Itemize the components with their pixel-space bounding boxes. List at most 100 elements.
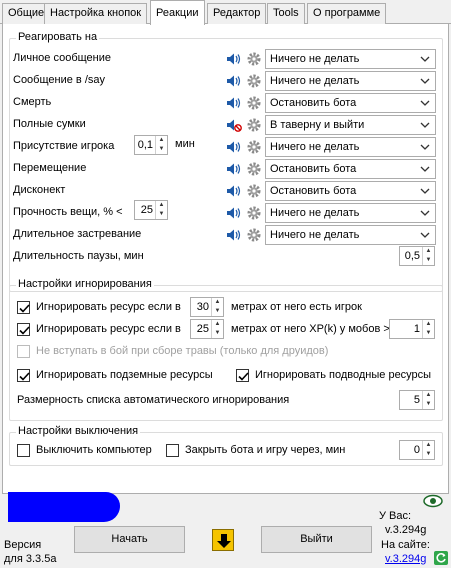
reactions-page: Реагировать на 0,1 ▲ ▼ мин 25 ▲ ▼ Длительн… — [2, 24, 449, 494]
reaction-label: Личное сообщение — [13, 52, 112, 64]
reaction-action-select[interactable]: Ничего не делать — [265, 137, 436, 157]
shutdown-pc-checkbox[interactable] — [17, 444, 30, 457]
exit-button[interactable]: Выйти — [261, 526, 372, 553]
tab-general[interactable]: Общие — [2, 3, 51, 24]
reaction-action-select[interactable]: Остановить бота — [265, 181, 436, 201]
site-version-link[interactable]: v.3.294g — [385, 553, 426, 565]
chevron-down-icon — [420, 166, 430, 172]
speaker-icon[interactable] — [225, 182, 243, 200]
spin-up-icon: ▲ — [425, 321, 432, 327]
site-label: На сайте: — [381, 539, 430, 551]
speaker-icon[interactable] — [225, 160, 243, 178]
ignore-mob-checkbox[interactable] — [17, 323, 30, 336]
gear-icon[interactable] — [245, 72, 263, 90]
reaction-label: Длительное застревание — [13, 228, 142, 240]
chevron-down-icon — [420, 144, 430, 150]
chevron-down-icon — [420, 78, 430, 84]
gear-icon[interactable] — [245, 182, 263, 200]
ignore-underground-checkbox[interactable] — [17, 369, 30, 382]
chevron-down-icon — [420, 232, 430, 238]
reaction-action-select[interactable]: Остановить бота — [265, 93, 436, 113]
gear-icon[interactable] — [245, 116, 263, 134]
spin-up-icon: ▲ — [214, 299, 221, 305]
herb-fight-checkbox[interactable] — [17, 345, 30, 358]
speaker-icon[interactable] — [225, 94, 243, 112]
shutdown-group-title: Настройки выключения — [16, 425, 141, 437]
download-icon[interactable] — [212, 529, 234, 551]
spin-down-icon: ▼ — [425, 401, 432, 407]
spin-up-icon: ▲ — [214, 321, 221, 327]
close-bot-checkbox[interactable] — [166, 444, 179, 457]
reaction-action-value: Ничего не делать — [270, 53, 360, 65]
ignore-mob-distance-spinner[interactable]: 25 ▲ ▼ — [190, 319, 224, 339]
ignore-mob-suffix: метрах от него XP(k) у мобов > — [231, 323, 390, 335]
ignore-underwater-label: Игнорировать подводные ресурсы — [255, 369, 432, 381]
ignore-player-checkbox[interactable] — [17, 301, 30, 314]
player-presence-spinner[interactable]: 0,1 ▲ ▼ — [134, 135, 168, 155]
reaction-action-value: Остановить бота — [270, 97, 357, 109]
tab-button-settings[interactable]: Настройка кнопок — [44, 3, 148, 24]
reaction-label: Прочность вещи, % < — [13, 206, 123, 218]
tab-about[interactable]: О программе — [307, 3, 387, 24]
reaction-label: Смерть — [13, 96, 52, 108]
gear-icon[interactable] — [245, 204, 263, 222]
reaction-action-value: Ничего не делать — [270, 207, 360, 219]
ignore-underwater-checkbox[interactable] — [236, 369, 249, 382]
spin-down-icon: ▼ — [425, 330, 432, 336]
spin-up-icon: ▲ — [158, 202, 165, 208]
speaker-muted-icon[interactable] — [225, 116, 243, 134]
pause-spinner[interactable]: 0,5 ▲ ▼ — [399, 246, 435, 266]
ignore-list-size-spinner[interactable]: 5 ▲ ▼ — [399, 390, 435, 410]
start-button[interactable]: Начать — [74, 526, 185, 553]
tab-tools[interactable]: Tools — [267, 3, 305, 24]
player-presence-unit: мин — [175, 138, 195, 150]
reaction-action-select[interactable]: Ничего не делать — [265, 203, 436, 223]
reaction-action-value: Остановить бота — [270, 163, 357, 175]
reaction-action-select[interactable]: Ничего не делать — [265, 71, 436, 91]
you-have-version: v.3.294g — [385, 524, 427, 536]
ignore-mob-xp-spinner[interactable]: 1 ▲ ▼ — [389, 319, 435, 339]
tab-reactions[interactable]: Реакции — [150, 0, 205, 25]
tab-bar: Общие Настройка кнопок Реакции Редактор … — [0, 0, 451, 25]
ignore-mob-label: Игнорировать ресурс если в — [36, 323, 181, 335]
speaker-icon[interactable] — [225, 226, 243, 244]
reaction-action-select[interactable]: Ничего не делать — [265, 49, 436, 69]
durability-spinner[interactable]: 25 ▲ ▼ — [134, 200, 168, 220]
pause-label: Длительность паузы, мин — [13, 250, 144, 262]
speaker-icon[interactable] — [225, 138, 243, 156]
spin-down-icon: ▼ — [158, 211, 165, 217]
chevron-down-icon — [420, 56, 430, 62]
spin-down-icon: ▼ — [214, 330, 221, 336]
ignore-player-label: Игнорировать ресурс если в — [36, 301, 181, 313]
gear-icon[interactable] — [245, 94, 263, 112]
logo-blob — [8, 492, 120, 522]
reaction-action-select[interactable]: В таверну и выйти — [265, 115, 436, 135]
eye-icon[interactable] — [423, 494, 443, 508]
close-bot-spinner[interactable]: 0 ▲ ▼ — [399, 440, 435, 460]
reaction-action-value: Ничего не делать — [270, 75, 360, 87]
speaker-icon[interactable] — [225, 50, 243, 68]
reaction-action-select[interactable]: Остановить бота — [265, 159, 436, 179]
version-for-label: для 3.3.5a — [4, 553, 57, 565]
close-bot-label: Закрыть бота и игру через, мин — [185, 444, 346, 456]
ignore-player-distance-spinner[interactable]: 30 ▲ ▼ — [190, 297, 224, 317]
speaker-icon[interactable] — [225, 204, 243, 222]
reaction-label: Присутствие игрока — [13, 140, 115, 152]
gear-icon[interactable] — [245, 50, 263, 68]
reaction-action-value: В таверну и выйти — [270, 119, 365, 131]
ignore-list-size-label: Размерность списка автоматического игнор… — [17, 394, 290, 406]
tab-editor[interactable]: Редактор — [207, 3, 267, 24]
speaker-icon[interactable] — [225, 72, 243, 90]
shutdown-pc-label: Выключить компьютер — [36, 444, 152, 456]
gear-icon[interactable] — [245, 226, 263, 244]
refresh-icon[interactable] — [434, 551, 448, 565]
spin-up-icon: ▲ — [425, 392, 432, 398]
reaction-action-select[interactable]: Ничего не делать — [265, 225, 436, 245]
you-have-label: У Вас: — [379, 510, 412, 522]
reaction-action-value: Ничего не делать — [270, 141, 360, 153]
gear-icon[interactable] — [245, 138, 263, 156]
gear-icon[interactable] — [245, 160, 263, 178]
chevron-down-icon — [420, 100, 430, 106]
reaction-label: Сообщение в /say — [13, 74, 105, 86]
spin-up-icon: ▲ — [158, 137, 165, 143]
